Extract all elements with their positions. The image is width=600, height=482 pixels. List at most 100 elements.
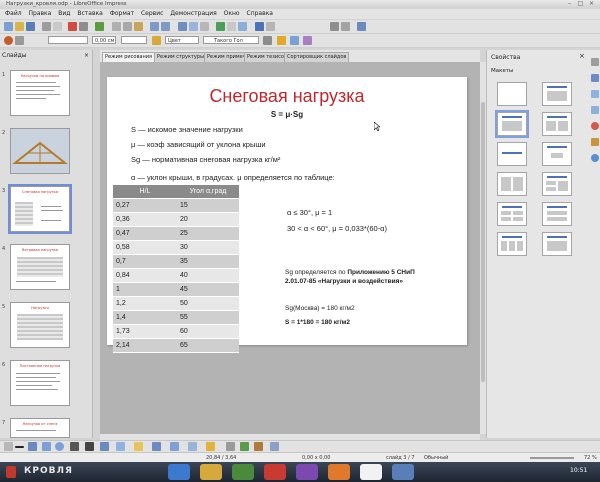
display-grid-icon[interactable] — [238, 22, 247, 31]
master-slides-icon[interactable] — [591, 106, 599, 114]
edit-icon[interactable] — [53, 22, 62, 31]
scroll-thumb[interactable] — [481, 102, 485, 382]
minimize-button[interactable]: – — [566, 1, 573, 7]
layout-vertical-title[interactable] — [542, 232, 572, 256]
properties-deck-icon[interactable] — [591, 58, 599, 66]
save-icon[interactable] — [26, 22, 35, 31]
rotate-icon[interactable] — [277, 36, 286, 45]
formula[interactable]: S = μ·Sg — [107, 110, 467, 119]
stars-icon[interactable] — [206, 442, 215, 451]
curve-tool-icon[interactable] — [70, 442, 79, 451]
line-color-select[interactable] — [121, 36, 147, 44]
line-style-icon[interactable] — [4, 36, 13, 45]
condition-1[interactable]: α ≤ 30°, μ = 1 — [287, 208, 332, 217]
slide-thumbnail-2[interactable] — [10, 128, 70, 174]
slide-canvas[interactable]: Снеговая нагрузка S = μ·Sg S — искомое з… — [107, 77, 467, 353]
layout-title-content[interactable] — [495, 110, 529, 138]
menu-window[interactable]: Окно — [224, 9, 240, 19]
table-icon[interactable] — [189, 22, 198, 31]
menu-view[interactable]: Вид — [58, 9, 70, 19]
callouts-icon[interactable] — [188, 442, 197, 451]
sg-moscow[interactable]: Sg(Москва) = 180 кг/м2 — [285, 305, 355, 312]
arrange-icon[interactable] — [303, 36, 312, 45]
zoom-icon[interactable] — [330, 22, 339, 31]
styles-icon[interactable] — [591, 122, 599, 130]
layouts-section-header[interactable]: Макеты — [491, 68, 513, 74]
taskbar-app-icon[interactable] — [232, 464, 254, 480]
menu-edit[interactable]: Правка — [29, 9, 52, 19]
hyperlink-icon[interactable] — [216, 22, 225, 31]
tab-outline[interactable]: Режим структуры — [154, 52, 208, 62]
align-icon[interactable] — [290, 36, 299, 45]
undo-icon[interactable] — [150, 22, 159, 31]
new-icon[interactable] — [4, 22, 13, 31]
taskbar-firefox-icon[interactable] — [328, 464, 350, 480]
layout-title-slide[interactable] — [497, 142, 527, 166]
slide-thumbnail-3[interactable]: Снеговая нагрузка — [8, 184, 72, 234]
close-button[interactable]: × — [588, 1, 595, 7]
basic-shapes-icon[interactable] — [116, 442, 125, 451]
spellcheck-icon[interactable] — [95, 22, 104, 31]
condition-2[interactable]: 30 < α < 60°, μ = 0,033*(60-α) — [287, 224, 387, 233]
pdf-icon[interactable] — [68, 22, 77, 31]
layout-blank[interactable] — [497, 82, 527, 106]
mail-icon[interactable] — [42, 22, 51, 31]
definition-mu[interactable]: μ — коэф зависящий от уклона крыши — [131, 140, 266, 149]
definition-alpha[interactable]: α — уклон крыши, в градусах. μ определяе… — [131, 173, 335, 182]
rectangle-tool-icon[interactable] — [42, 442, 51, 451]
menu-slideshow[interactable]: Демонстрация — [170, 9, 216, 19]
symbol-shapes-icon[interactable] — [134, 442, 143, 451]
slide-transition-icon[interactable] — [591, 74, 599, 82]
slide-thumbnail-7[interactable]: Нагрузка от снега — [10, 418, 70, 438]
insert-image-icon[interactable] — [254, 442, 263, 451]
tab-normal[interactable]: Режим рисования — [102, 52, 155, 62]
navigator-icon[interactable] — [591, 154, 599, 162]
layout-title-content-over[interactable] — [542, 202, 572, 226]
layout-content-two[interactable] — [542, 172, 572, 196]
taskbar-media-icon[interactable] — [296, 464, 318, 480]
help-icon[interactable] — [266, 22, 275, 31]
block-arrows-icon[interactable] — [152, 442, 161, 451]
slide-thumbnail-6[interactable]: Постоянная нагрузка — [10, 360, 70, 406]
line-tool-icon[interactable] — [15, 446, 24, 448]
close-panel-icon[interactable]: × — [84, 52, 89, 59]
3d-objects-icon[interactable] — [270, 442, 279, 451]
paste-icon[interactable] — [134, 22, 143, 31]
layout-centered-text[interactable] — [542, 142, 572, 166]
open-icon[interactable] — [15, 22, 24, 31]
slide-title[interactable]: Снеговая нагрузка — [107, 86, 467, 107]
menu-insert[interactable]: Вставка — [77, 9, 102, 19]
select-tool-icon[interactable] — [4, 442, 13, 451]
fullscreen-icon[interactable] — [341, 22, 350, 31]
connector-tool-icon[interactable] — [100, 442, 109, 451]
points-icon[interactable] — [226, 442, 235, 451]
area-fill-icon[interactable] — [152, 36, 161, 45]
text-tool-icon[interactable] — [85, 442, 94, 451]
image-icon[interactable] — [200, 22, 209, 31]
fontwork-icon[interactable] — [240, 442, 249, 451]
menu-tools[interactable]: Сервис — [141, 9, 163, 19]
line-style-select[interactable] — [48, 36, 88, 44]
redo-icon[interactable] — [161, 22, 170, 31]
line-width-input[interactable]: 0,00 см — [92, 36, 116, 44]
animation-icon[interactable] — [591, 90, 599, 98]
navigator-icon[interactable] — [227, 22, 236, 31]
slideshow-icon[interactable] — [255, 22, 264, 31]
taskbar-impress-icon[interactable] — [360, 464, 382, 480]
taskbar-explorer-icon[interactable] — [200, 464, 222, 480]
layout-six-content[interactable] — [497, 232, 527, 256]
copy-icon[interactable] — [123, 22, 132, 31]
coefficient-table[interactable]: Н/L Угол α,град 0,27 15 0,36 20 0,47 25 0,5… — [113, 185, 239, 353]
slide-thumbnail-4[interactable]: Ветровая нагрузка — [10, 244, 70, 290]
layout-two-content[interactable] — [497, 172, 527, 196]
maximize-button[interactable]: □ — [577, 1, 584, 7]
fill-color-select[interactable]: Такого Гол — [203, 36, 259, 44]
cut-icon[interactable] — [112, 22, 121, 31]
close-sidebar-icon[interactable]: × — [579, 52, 585, 60]
menu-file[interactable]: Файл — [5, 9, 22, 19]
fill-style-select[interactable]: Цвет — [165, 36, 199, 44]
sg-reference[interactable]: Sg определяется по Приложению 5 СНиП 2.0… — [285, 269, 435, 286]
layout-four-content[interactable] — [497, 202, 527, 226]
new-slide-icon[interactable] — [357, 22, 366, 31]
shadow-icon[interactable] — [263, 36, 272, 45]
